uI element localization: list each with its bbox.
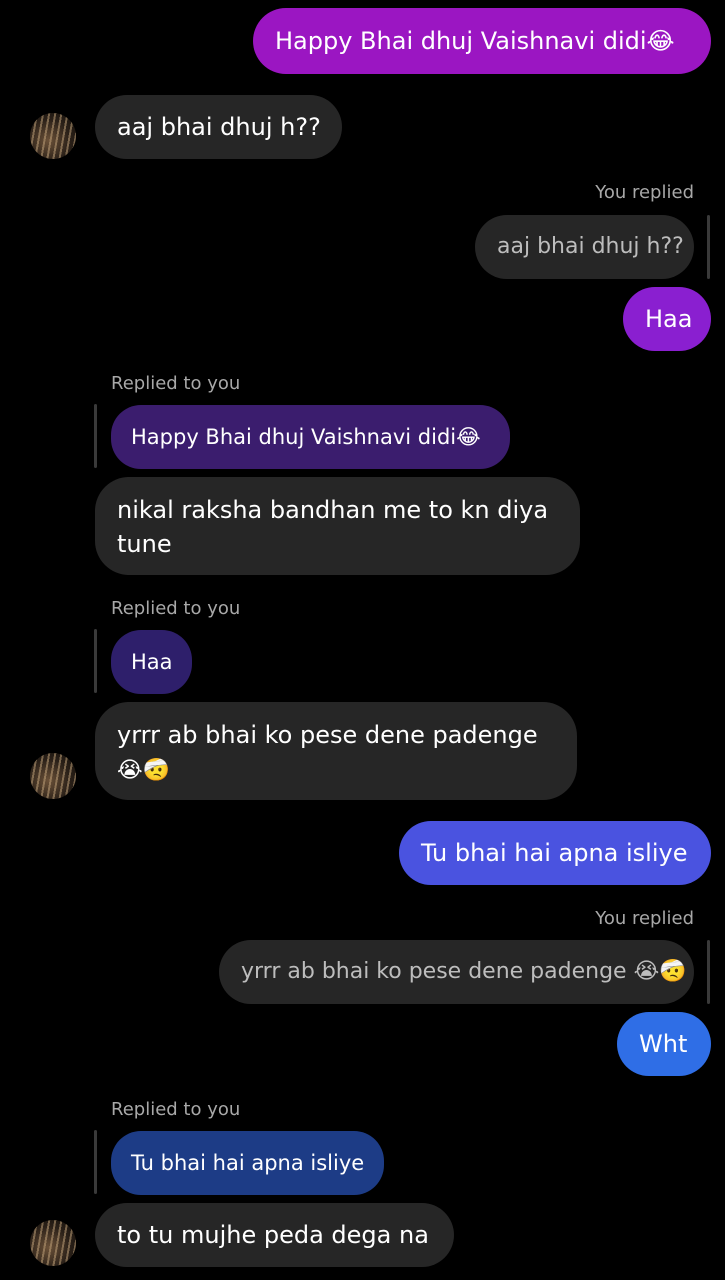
reply-label: Replied to you [111, 598, 241, 619]
quoted-message-preview[interactable]: Tu bhai hai apna isliye [111, 1131, 384, 1195]
reply-label: You replied [595, 182, 694, 203]
outgoing-message[interactable]: Haa [623, 287, 711, 351]
avatar[interactable] [30, 1220, 76, 1266]
reply-label: You replied [595, 908, 694, 929]
quoted-message-preview[interactable]: aaj bhai dhuj h?? [475, 215, 694, 279]
outgoing-message[interactable]: Wht [617, 1012, 711, 1076]
quoted-message-preview[interactable]: Happy Bhai dhuj Vaishnavi didi😂 [111, 405, 510, 469]
message-line: nikal raksha bandhan me to kn diya [117, 496, 549, 524]
incoming-message[interactable]: to tu mujhe peda dega na [95, 1203, 454, 1267]
reply-label: Replied to you [111, 1099, 241, 1120]
avatar[interactable] [30, 753, 76, 799]
reply-indicator-bar [707, 215, 710, 279]
reply-indicator-bar [707, 940, 710, 1004]
incoming-message[interactable]: aaj bhai dhuj h?? [95, 95, 342, 159]
outgoing-message[interactable]: Tu bhai hai apna isliye [399, 821, 711, 885]
outgoing-message[interactable]: Happy Bhai dhuj Vaishnavi didi😂 [253, 8, 711, 74]
reply-label: Replied to you [111, 373, 241, 394]
emoji-line: 😭🤕 [117, 758, 171, 783]
avatar[interactable] [30, 113, 76, 159]
reply-indicator-bar [94, 404, 97, 468]
message-line: yrrr ab bhai ko pese dene padenge [117, 721, 538, 749]
message-line: tune [117, 530, 172, 558]
quoted-message-preview[interactable]: yrrr ab bhai ko pese dene padenge 😭🤕 [219, 940, 694, 1004]
incoming-message[interactable]: yrrr ab bhai ko pese dene padenge 😭🤕 [95, 702, 577, 800]
incoming-message[interactable]: nikal raksha bandhan me to kn diya tune [95, 477, 580, 575]
reply-indicator-bar [94, 1130, 97, 1194]
quoted-message-preview[interactable]: Haa [111, 630, 192, 694]
reply-indicator-bar [94, 629, 97, 693]
